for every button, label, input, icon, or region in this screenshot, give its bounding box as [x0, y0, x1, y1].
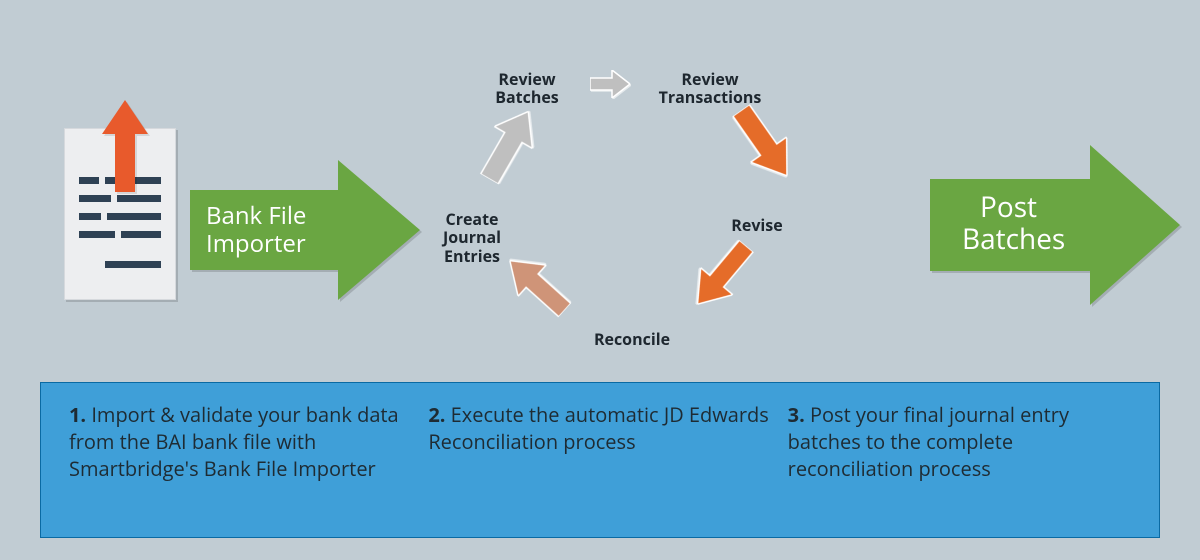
label-review-batches: ReviewBatches — [487, 70, 567, 107]
upload-arrow-icon — [102, 100, 148, 197]
label-reconcile: Reconcile — [582, 330, 682, 348]
label-create-journal-entries: CreateJournalEntries — [432, 210, 512, 265]
step-2-number: 2. — [428, 401, 445, 428]
diagram-canvas: Bank File Importer Post Batches ReviewBa… — [0, 0, 1200, 560]
step-3: 3. Post your final journal entry batches… — [780, 401, 1139, 482]
step-3-text: Post your final journal entry batches to… — [788, 401, 1069, 482]
step-2-text: Execute the automatic JD Edwards Reconci… — [428, 401, 768, 455]
cycle-arrow-right-icon — [719, 98, 805, 192]
post-batches-arrow: Post Batches — [930, 145, 1180, 310]
step-1-number: 1. — [69, 401, 86, 428]
cycle-arrow-left-icon — [470, 100, 551, 192]
process-cycle: ReviewBatches ReviewTransactions Revise … — [432, 60, 852, 380]
step-1-text: Import & validate your bank data from th… — [69, 401, 399, 482]
step-1: 1. Import & validate your bank data from… — [61, 401, 420, 482]
steps-footer: 1. Import & validate your bank data from… — [40, 382, 1160, 538]
cycle-arrow-lower-right-icon — [678, 229, 763, 317]
step-2: 2. Execute the automatic JD Edwards Reco… — [420, 401, 779, 455]
bank-file-importer-arrow: Bank File Importer — [190, 160, 420, 305]
step-3-number: 3. — [788, 401, 805, 428]
cycle-arrow-top-icon — [590, 70, 630, 103]
arrow1-text-line2: Importer — [206, 227, 306, 260]
arrow2-text-line2: Batches — [962, 220, 1065, 258]
